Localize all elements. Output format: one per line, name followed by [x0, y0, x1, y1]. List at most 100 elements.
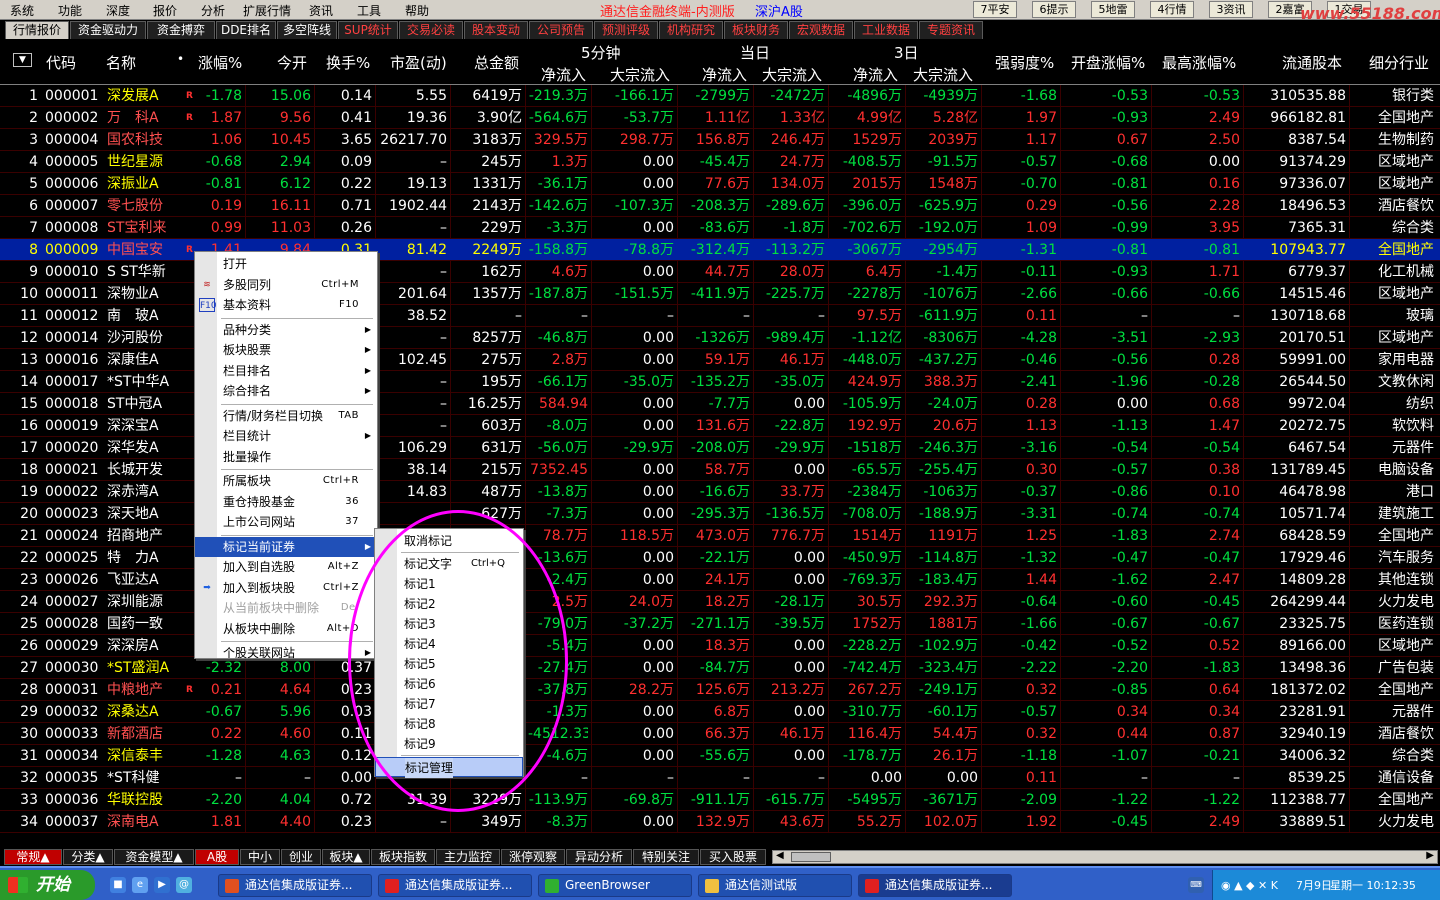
header-big-3day[interactable]: 大宗流入 [913, 64, 973, 85]
bottom-tab-gem[interactable]: 创业 [281, 849, 321, 865]
header-high-change[interactable]: 最高涨幅% [1162, 52, 1236, 73]
context-menu-item[interactable]: 栏目统计 ▶ [195, 426, 377, 446]
header-industry[interactable]: 细分行业 [1369, 52, 1429, 73]
menu-system[interactable]: 系统 [10, 2, 34, 19]
bottom-tab-sector-index[interactable]: 板块指数 [371, 849, 435, 865]
tab-dde-rank[interactable]: DDE排名 [216, 21, 276, 39]
menu-analysis[interactable]: 分析 [201, 2, 225, 19]
table-row[interactable]: 34 000037 深南电A 1.81 4.40 0.23 – 349万 -8.3万 0.00 13… [0, 811, 1440, 833]
header-net-5min[interactable]: 净流入 [541, 64, 586, 85]
task-tdx-test[interactable]: 通达信测试版 [698, 874, 852, 897]
table-row[interactable]: 5 000006 深振业A -0.81 6.12 0.22 19.13 1331万 -36.1万… [0, 173, 1440, 195]
context-menu-item[interactable]: 加入到自选股 Alt+Z [195, 557, 377, 577]
toolbar-button-6[interactable]: 6提示 [1032, 1, 1076, 18]
mark-submenu-item[interactable]: 标记文字 Ctrl+Q [375, 554, 523, 574]
quicklaunch-media-icon[interactable]: ▶ [154, 877, 170, 893]
mark-submenu-item[interactable]: 标记2 [375, 594, 523, 614]
tab-macro[interactable]: 宏观数据 [789, 21, 853, 39]
horizontal-scrollbar[interactable]: ◀ ▶ [772, 850, 1438, 864]
header-dropdown-icon[interactable]: ▼ [13, 53, 32, 67]
header-open-change[interactable]: 开盘涨幅% [1071, 52, 1145, 73]
table-row[interactable]: 3 000004 国农科技 1.06 10.45 3.65 26217.70 3183万 329… [0, 129, 1440, 151]
tab-longshort[interactable]: 多空阵线 [277, 21, 337, 39]
table-row[interactable]: 6 000007 零七股份 0.19 16.11 0.71 1902.44 2143万 -142… [0, 195, 1440, 217]
menu-news[interactable]: 资讯 [309, 2, 333, 19]
table-row[interactable]: 4 000005 世纪星源 -0.68 2.94 0.09 – 245万 1.3万 0.00 -45… [0, 151, 1440, 173]
header-turnover[interactable]: 换手% [326, 52, 370, 73]
quicklaunch-ie-icon[interactable]: e [132, 877, 148, 893]
scroll-thumb[interactable] [791, 852, 831, 862]
quicklaunch-browser-icon[interactable]: @ [176, 877, 192, 893]
header-open[interactable]: 今开 [277, 52, 307, 73]
context-menu-item[interactable]: 栏目排名 ▶ [195, 361, 377, 381]
toolbar-button-7[interactable]: 7平安 [973, 1, 1017, 18]
bottom-tab-abnormal[interactable]: 异动分析 [566, 849, 632, 865]
toolbar-button-4[interactable]: 4行情 [1150, 1, 1194, 18]
task-tdx-2[interactable]: 通达信集成版证券... [378, 874, 532, 897]
bottom-tab-fund-model[interactable]: 资金模型▲ [114, 849, 194, 865]
mark-submenu-item[interactable]: 取消标记 [375, 531, 523, 551]
context-menu-item[interactable]: 标记当前证券 ▶ [195, 536, 377, 557]
header-net-3day[interactable]: 净流入 [853, 64, 898, 85]
bottom-tab-sector[interactable]: 板块▲ [322, 849, 370, 865]
bottom-tab-sme[interactable]: 中小 [240, 849, 280, 865]
header-amount[interactable]: 总金额 [474, 52, 519, 73]
table-row[interactable]: 2 000002 万 科A 1.87 9.56 0.41 19.36 3.90亿 -564.6万… [0, 107, 1440, 129]
table-row[interactable]: 33 000036 华联控股 -2.20 4.04 0.72 31.39 3229万 -113.… [0, 789, 1440, 811]
tab-sector-finance[interactable]: 板块财务 [724, 21, 788, 39]
tab-share-change[interactable]: 股本变动 [464, 21, 528, 39]
task-tdx-1[interactable]: 通达信集成版证券... [218, 874, 372, 897]
context-menu-item[interactable]: 所属板块 Ctrl+R [195, 471, 377, 491]
bottom-tab-category[interactable]: 分类▲ [63, 849, 113, 865]
menu-quote[interactable]: 报价 [153, 2, 177, 19]
quicklaunch-desktop-icon[interactable]: ■ [110, 877, 126, 893]
mark-submenu-item[interactable]: 标记5 [375, 654, 523, 674]
mark-submenu-item[interactable]: 标记管理 [375, 757, 523, 778]
context-menu-item[interactable]: 批量操作 [195, 447, 377, 467]
mark-submenu-item[interactable]: 标记1 [375, 574, 523, 594]
table-row[interactable]: 7 000008 ST宝利来 0.99 11.03 0.26 – 229万 -3.3万 0.00 -… [0, 217, 1440, 239]
bottom-tab-main-monitor[interactable]: 主力监控 [436, 849, 500, 865]
tab-quote[interactable]: 行情报价 [5, 21, 69, 39]
context-menu-item[interactable]: 个股关联网站 ▶ [195, 643, 377, 663]
mark-submenu-item[interactable]: 标记9 [375, 734, 523, 754]
tab-rating[interactable]: 预测评级 [594, 21, 658, 39]
bottom-tab-normal[interactable]: 常规▲ [4, 849, 62, 865]
bottom-tab-a-share[interactable]: A股 [195, 849, 239, 865]
tab-sup[interactable]: SUP统计 [338, 21, 398, 39]
toolbar-button-3[interactable]: 3资讯 [1209, 1, 1253, 18]
context-menu-item[interactable]: ➡ 加入到板块股 Ctrl+Z [195, 578, 377, 598]
task-greenbrowser[interactable]: GreenBrowser [538, 874, 692, 897]
menu-help[interactable]: 帮助 [405, 2, 429, 19]
context-menu-item[interactable]: 板块股票 ▶ [195, 340, 377, 360]
mark-submenu-item[interactable]: 标记3 [375, 614, 523, 634]
table-row[interactable]: 31 000034 深信泰丰 -1.28 4.63 0.12 -4.6万 0.00 -55.6万… [0, 745, 1440, 767]
header-change[interactable]: 涨幅% [198, 52, 242, 73]
toolbar-button-5[interactable]: 5地雷 [1091, 1, 1135, 18]
bottom-tab-buy[interactable]: 买入股票 [700, 849, 766, 865]
context-menu-item[interactable]: 行情/财务栏目切换 TAB [195, 406, 377, 426]
table-row[interactable]: 1 000001 深发展A -1.78 15.06 0.14 5.55 6419万 -219.3… [0, 85, 1440, 107]
menu-depth[interactable]: 深度 [106, 2, 130, 19]
header-code[interactable]: 代码 [46, 52, 76, 73]
header-float-shares[interactable]: 流通股本 [1282, 52, 1342, 73]
context-menu-item[interactable]: ≋ 多股同列 Ctrl+M [195, 275, 377, 295]
table-row[interactable]: 28 000031 中粮地产 0.21 4.64 0.23 -37.8万 28.2万 125.6… [0, 679, 1440, 701]
header-name[interactable]: 名称 [106, 52, 136, 73]
mark-submenu-item[interactable]: 标记7 [375, 694, 523, 714]
header-strength[interactable]: 强弱度% [995, 52, 1054, 73]
mark-submenu-item[interactable]: 标记6 [375, 674, 523, 694]
tab-industry-data[interactable]: 工业数据 [854, 21, 918, 39]
tray-icons[interactable]: ◉ ▲ ◆ ✕ K [1221, 879, 1278, 892]
bottom-tab-focus[interactable]: 特别关注 [633, 849, 699, 865]
scroll-right-icon[interactable]: ▶ [1426, 850, 1434, 861]
tab-institution[interactable]: 机构研究 [659, 21, 723, 39]
menu-function[interactable]: 功能 [58, 2, 82, 19]
start-button[interactable]: 开始 [0, 870, 95, 900]
keyboard-icon[interactable]: ⌨ [1188, 877, 1204, 893]
context-menu-item[interactable]: 上市公司网站 37 [195, 512, 377, 532]
context-menu-item[interactable]: 打开 [195, 254, 377, 274]
header-big-today[interactable]: 大宗流入 [762, 64, 822, 85]
context-menu-item[interactable]: 品种分类 ▶ [195, 320, 377, 340]
mark-submenu-item[interactable]: 标记8 [375, 714, 523, 734]
